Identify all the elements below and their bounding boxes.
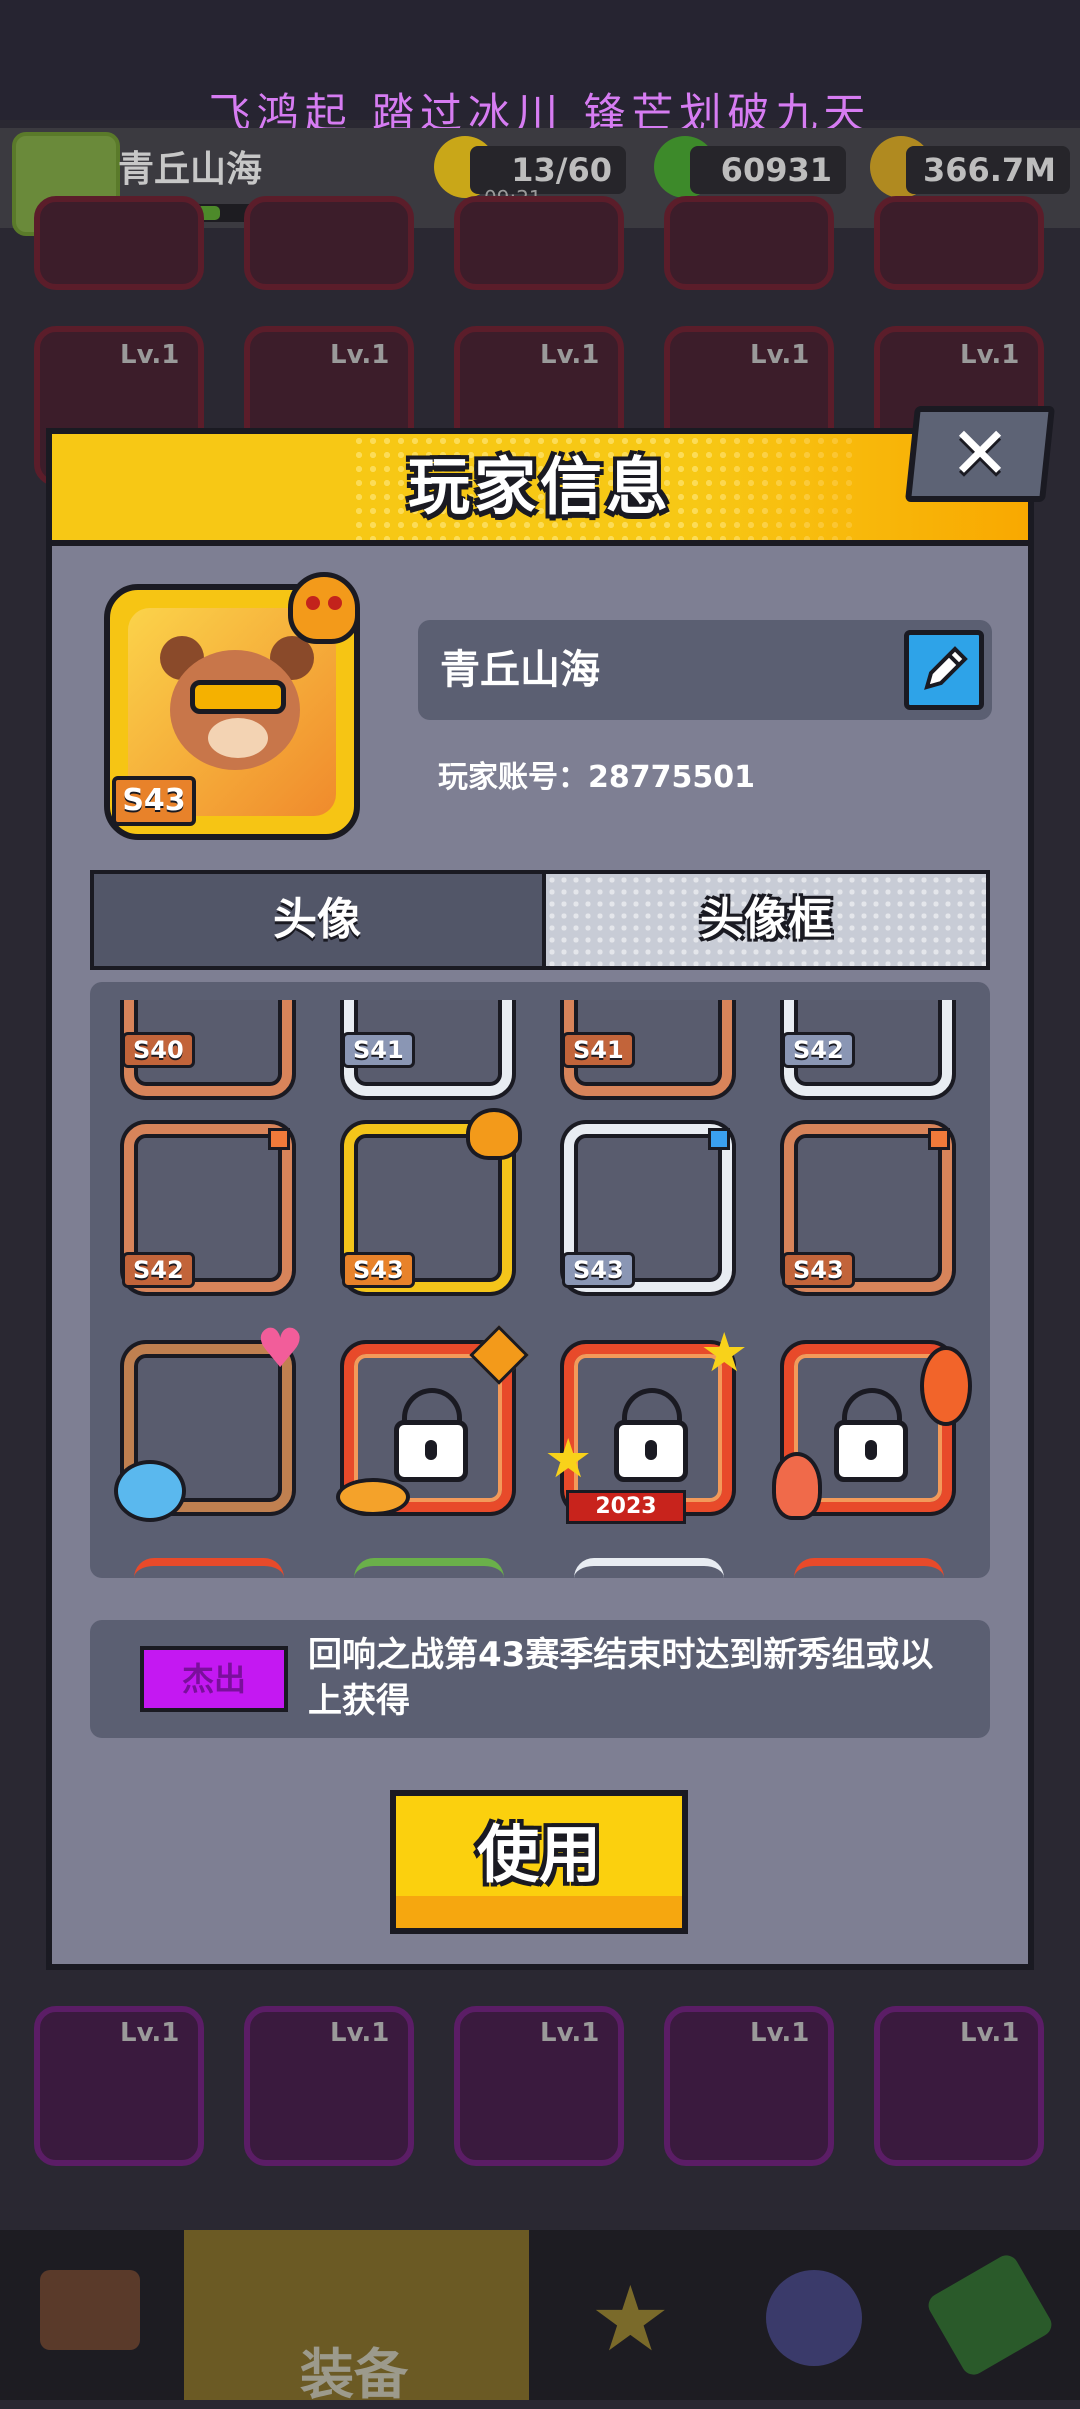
slot-level: Lv.1 <box>330 340 390 370</box>
nav-skill-button[interactable] <box>720 2230 900 2400</box>
shop-icon <box>40 2270 140 2350</box>
player-name: 青丘山海 <box>440 647 600 693</box>
player-account-id: 玩家账号：28775501 <box>438 760 755 795</box>
coin-counter: 366.7M <box>906 146 1070 194</box>
star-icon: ★ <box>544 1427 593 1490</box>
skull-icon <box>466 1108 522 1160</box>
corner-gem-icon <box>928 1128 950 1150</box>
use-button-label: 使用 <box>476 1818 601 1891</box>
slot-level: Lv.1 <box>120 2018 180 2048</box>
frame-description: 回响之战第43赛季结束时达到新秀组或以上获得 <box>308 1635 934 1721</box>
frame-season-tag: S41 <box>342 1032 415 1068</box>
heart-icon: ♥ <box>256 1317 305 1380</box>
equipment-slot[interactable] <box>874 196 1044 290</box>
chest-icon <box>924 2251 1056 2379</box>
player-name-small: 青丘山海 <box>118 149 263 190</box>
frame-season-tag: S42 <box>782 1032 855 1068</box>
equipment-slot[interactable] <box>244 196 414 290</box>
nav-equipment-label: 装备 <box>300 2343 408 2406</box>
frame-season-tag: S43 <box>342 1252 415 1288</box>
close-button[interactable]: ✕ <box>904 406 1056 502</box>
frame-season-tag: S40 <box>122 1032 195 1068</box>
close-icon: ✕ <box>949 411 1011 495</box>
frame-season-tag: S43 <box>782 1252 855 1288</box>
slot-level: Lv.1 <box>540 2018 600 2048</box>
gem-counter: 60931 <box>690 146 846 194</box>
edit-name-button[interactable] <box>904 630 984 710</box>
year-banner: 2023 <box>566 1490 686 1524</box>
nav-hero-button[interactable]: ★ <box>540 2230 720 2400</box>
slot-level: Lv.1 <box>120 340 180 370</box>
badge-icon <box>766 2270 862 2366</box>
equipment-slot[interactable] <box>454 196 624 290</box>
slot-level: Lv.1 <box>330 2018 390 2048</box>
tab-avatar[interactable]: 头像 <box>94 874 540 966</box>
nav-chest-button[interactable] <box>900 2230 1080 2400</box>
star-icon: ★ <box>590 2267 671 2372</box>
corner-gem-icon <box>708 1128 730 1150</box>
pencil-icon <box>924 646 968 690</box>
slot-level: Lv.1 <box>540 340 600 370</box>
bear-icon <box>114 1460 186 1522</box>
avatar-season-tag: S43 <box>112 776 196 826</box>
frame-item[interactable] <box>134 1558 284 1578</box>
rarity-badge: 杰出 <box>140 1646 288 1712</box>
roast-chicken-icon <box>336 1478 410 1516</box>
slot-level: Lv.1 <box>750 2018 810 2048</box>
corner-gem-icon <box>268 1128 290 1150</box>
skull-badge-icon <box>288 572 360 644</box>
frame-item[interactable] <box>354 1558 504 1578</box>
slot-level: Lv.1 <box>960 2018 1020 2048</box>
firecracker-icon <box>920 1346 972 1426</box>
slot-level: Lv.1 <box>960 340 1020 370</box>
star-icon: ★ <box>700 1321 749 1384</box>
frame-item[interactable] <box>794 1558 944 1578</box>
nav-shop-button[interactable] <box>0 2230 180 2400</box>
frame-season-tag: S43 <box>562 1252 635 1288</box>
tab-avatar-frame-label: 头像框 <box>542 874 986 966</box>
sunglasses-icon <box>190 680 286 714</box>
rabbit-icon <box>772 1452 822 1520</box>
dialog-title: 玩家信息 <box>407 450 672 523</box>
equipment-slot[interactable] <box>664 196 834 290</box>
equipment-slot[interactable] <box>34 196 204 290</box>
frame-item[interactable] <box>574 1558 724 1578</box>
frame-season-tag: S42 <box>122 1252 195 1288</box>
slot-level: Lv.1 <box>750 340 810 370</box>
frame-season-tag: S41 <box>562 1032 635 1068</box>
